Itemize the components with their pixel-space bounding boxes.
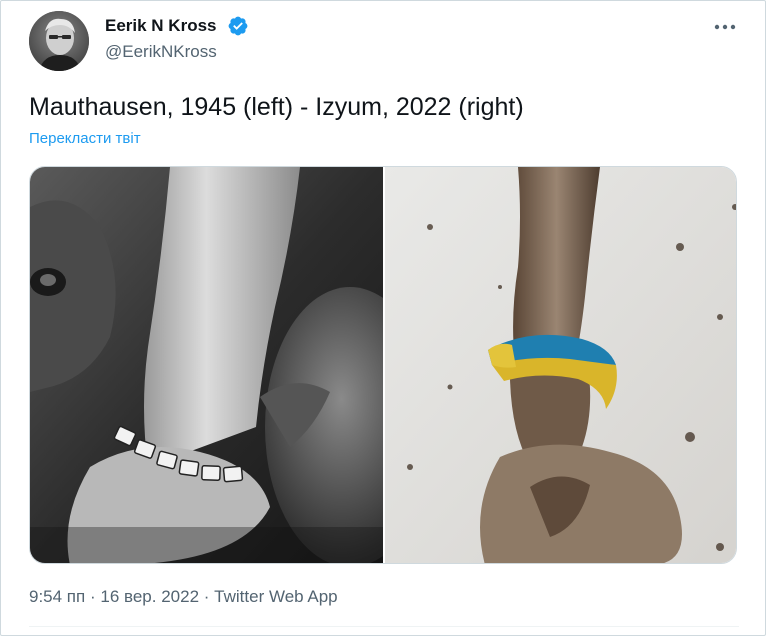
photo-left-icon	[30, 167, 435, 563]
photo-right-icon	[385, 167, 736, 563]
author-avatar[interactable]	[29, 11, 89, 71]
profile-photo-icon	[29, 11, 89, 71]
meta-separator: ·	[203, 587, 210, 606]
tweet-card: Eerik N Kross @EerikNKross Mauthausen, 1…	[0, 0, 766, 636]
more-dots-icon	[714, 24, 736, 30]
tweet-metadata: 9:54 пп · 16 вер. 2022 · Twitter Web App	[29, 586, 338, 608]
tweet-source[interactable]: Twitter Web App	[214, 587, 337, 606]
tweet-media[interactable]	[29, 166, 737, 564]
tweet-date[interactable]: 16 вер. 2022	[100, 587, 199, 606]
author-name[interactable]: Eerik N Kross	[105, 16, 217, 36]
tweet-text: Mauthausen, 1945 (left) - Izyum, 2022 (r…	[29, 93, 524, 121]
more-options-button[interactable]	[709, 15, 741, 39]
verified-badge-icon	[228, 16, 248, 36]
meta-separator: ·	[89, 587, 96, 606]
translate-tweet-link[interactable]: Перекласти твіт	[29, 130, 141, 148]
divider	[29, 626, 739, 627]
author-handle[interactable]: @EerikNKross	[105, 42, 217, 62]
tweet-time[interactable]: 9:54 пп	[29, 587, 85, 606]
